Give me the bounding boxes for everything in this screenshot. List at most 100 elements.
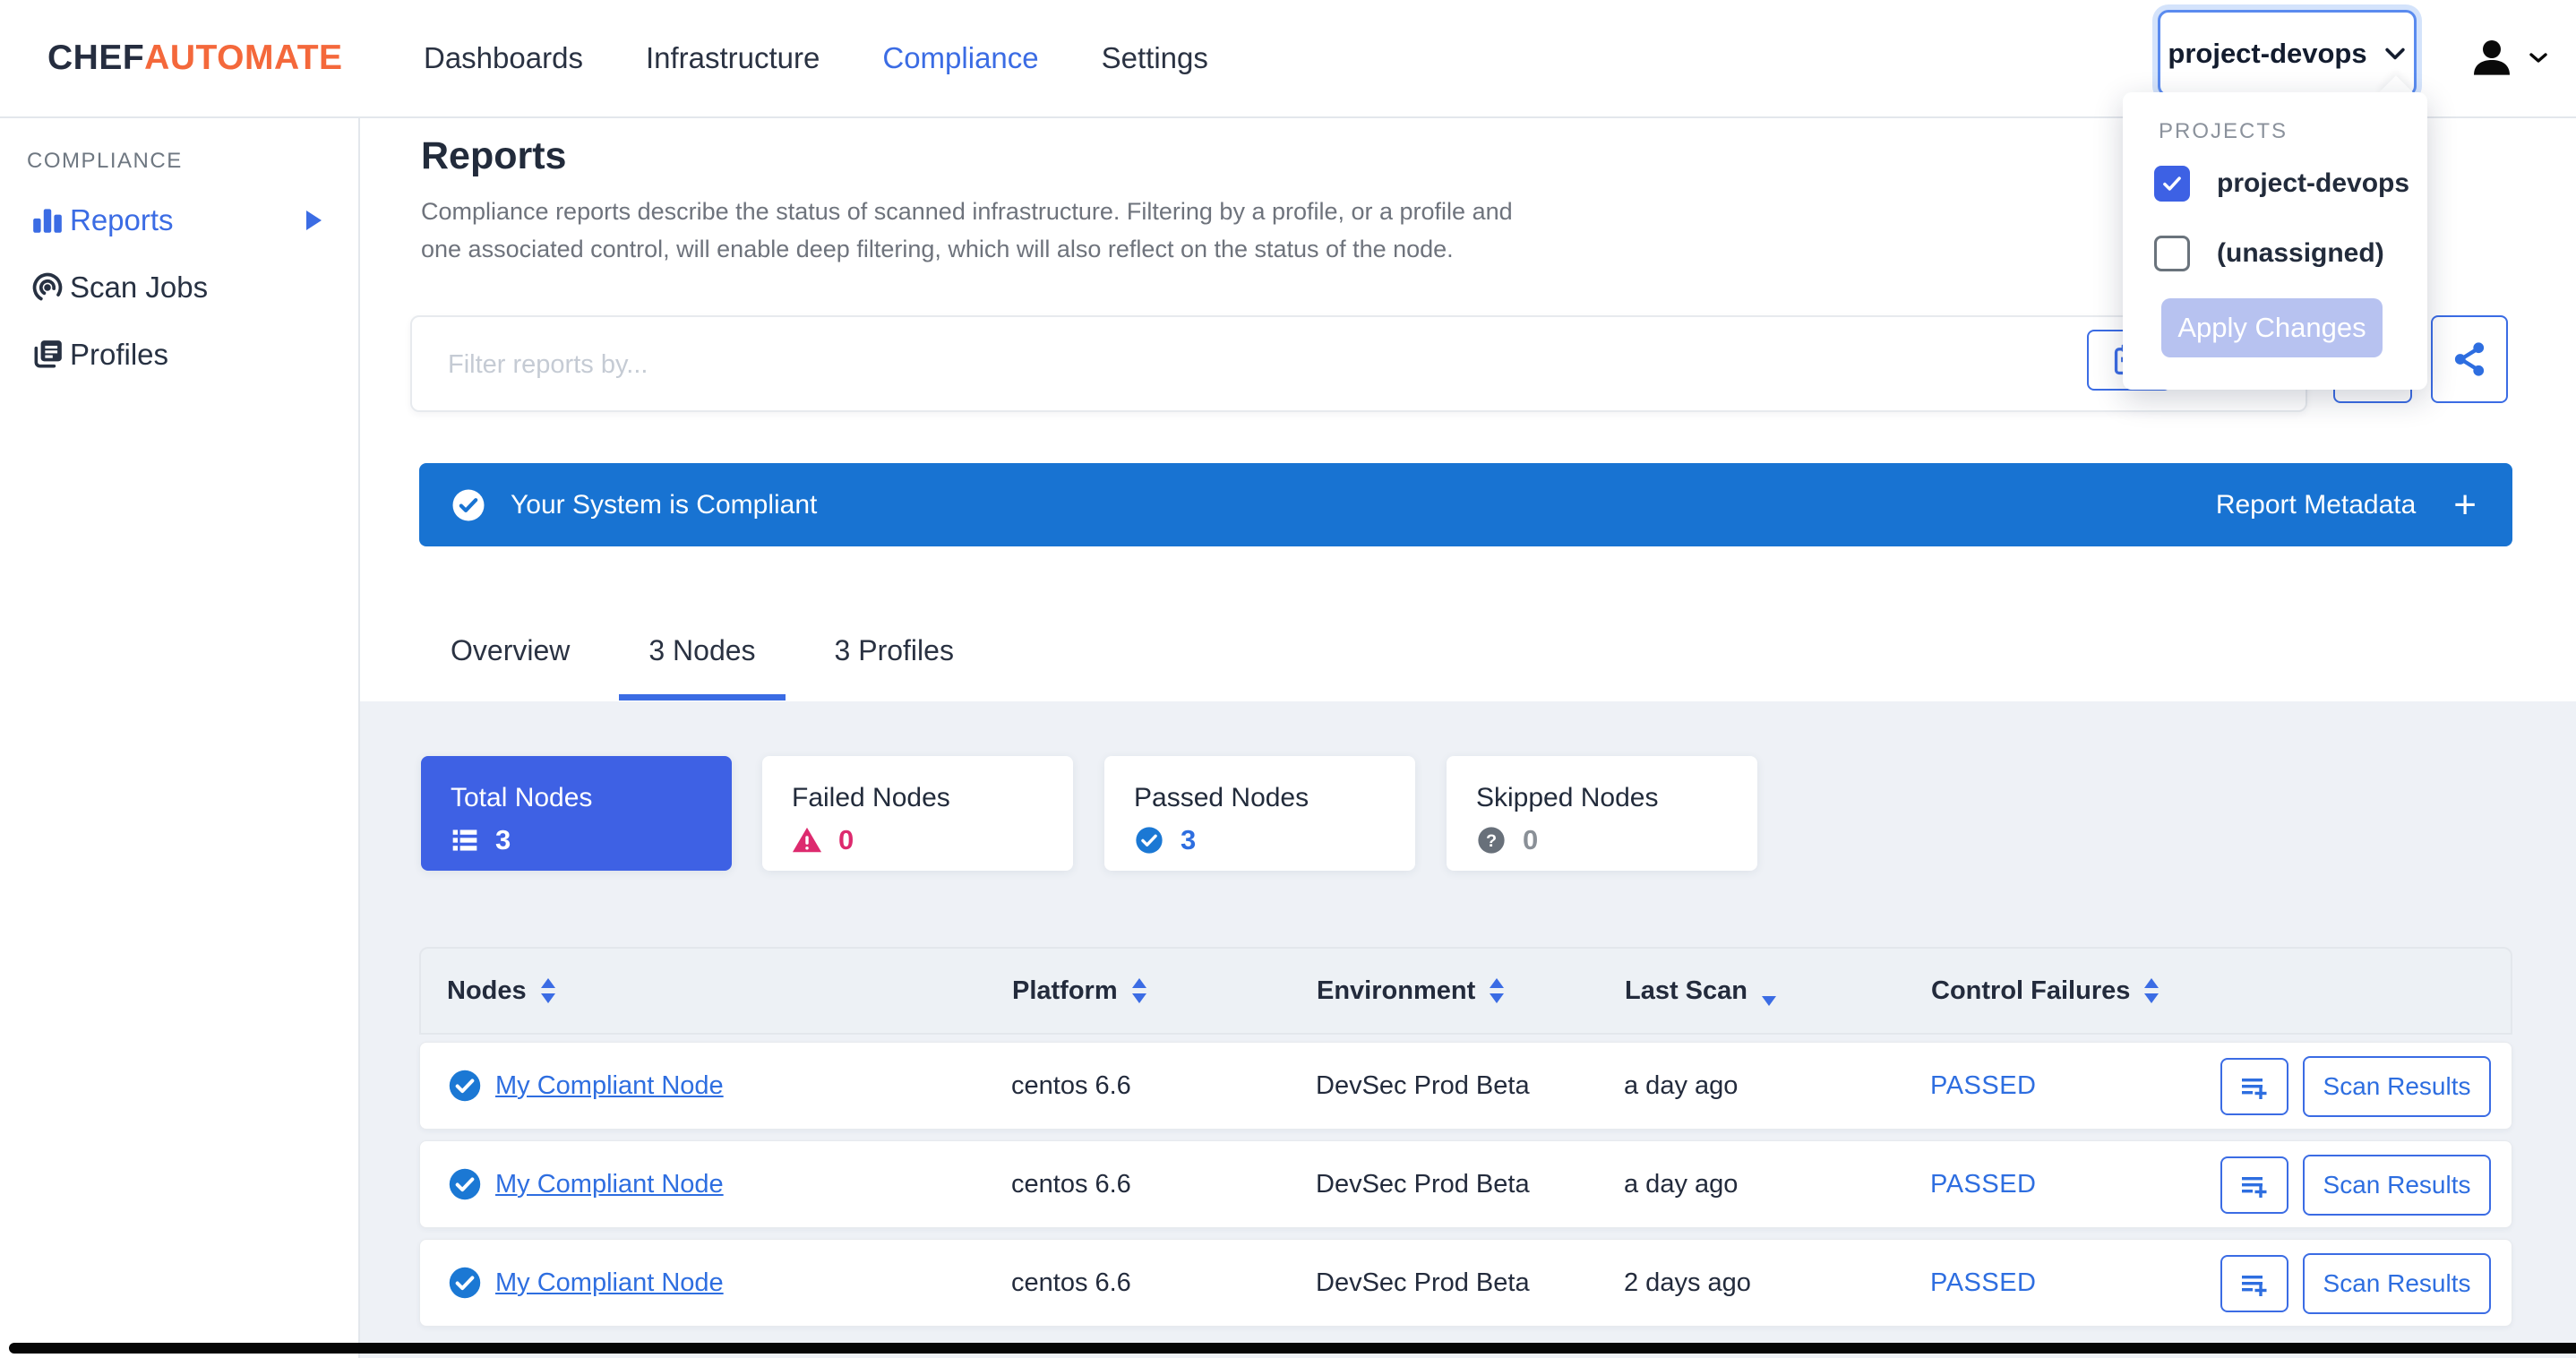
project-option-devops[interactable]: project-devops xyxy=(2154,166,2409,202)
column-header-control-failures[interactable]: Control Failures xyxy=(1931,949,2159,1033)
node-status-check-seal-icon xyxy=(447,1043,483,1129)
environment-cell: DevSec Prod Beta xyxy=(1316,1043,1530,1129)
last-scan-cell: 2 days ago xyxy=(1624,1240,1751,1326)
column-header-platform[interactable]: Platform xyxy=(1012,949,1146,1033)
nav-compliance[interactable]: Compliance xyxy=(882,41,1038,75)
card-value: 3 xyxy=(451,824,511,856)
filter-reports-input[interactable] xyxy=(446,317,2062,412)
passed-nodes-count: 3 xyxy=(1181,824,1196,856)
column-label: Last Scan xyxy=(1625,976,1747,1006)
report-tabs: Overview 3 Nodes 3 Profiles xyxy=(421,627,1003,700)
projects-dropdown-header: PROJECTS xyxy=(2159,119,2288,144)
check-seal-icon xyxy=(1134,825,1164,855)
table-row: My Compliant Node centos 6.6 DevSec Prod… xyxy=(419,1140,2512,1228)
environment-cell: DevSec Prod Beta xyxy=(1316,1240,1530,1326)
last-scan-cell: a day ago xyxy=(1624,1141,1738,1227)
add-to-filter-button[interactable] xyxy=(2220,1156,2288,1214)
card-value: 0 xyxy=(792,824,854,856)
control-failures-status: PASSED xyxy=(1930,1240,2037,1326)
list-icon xyxy=(451,826,479,855)
platform-cell: centos 6.6 xyxy=(1011,1240,1131,1326)
chef-automate-app: CHEFAUTOMATE Dashboards Infrastructure C… xyxy=(0,0,2576,1358)
nav-infrastructure[interactable]: Infrastructure xyxy=(646,41,820,75)
user-menu-button[interactable] xyxy=(2470,0,2549,116)
node-name-link[interactable]: My Compliant Node xyxy=(495,1268,724,1298)
sidebar-section-label: COMPLIANCE xyxy=(27,149,183,174)
checkbox-unchecked-icon[interactable] xyxy=(2154,236,2190,271)
report-metadata-label: Report Metadata xyxy=(2216,490,2416,520)
platform-cell: centos 6.6 xyxy=(1011,1043,1131,1129)
card-title: Failed Nodes xyxy=(792,783,950,813)
tab-profiles[interactable]: 3 Profiles xyxy=(805,627,983,700)
page-title: Reports xyxy=(421,134,566,178)
tab-nodes[interactable]: 3 Nodes xyxy=(619,627,785,700)
page-description-line2: one associated control, will enable deep… xyxy=(421,230,1513,268)
main-nav: Dashboards Infrastructure Compliance Set… xyxy=(424,0,1208,116)
tab-overview[interactable]: Overview xyxy=(421,627,599,700)
card-value: ? 0 xyxy=(1476,824,1538,856)
environment-cell: DevSec Prod Beta xyxy=(1316,1141,1530,1227)
sidebar-item-profiles[interactable]: Profiles xyxy=(0,321,356,389)
node-name-link[interactable]: My Compliant Node xyxy=(495,1170,724,1199)
failed-nodes-card[interactable]: Failed Nodes 0 xyxy=(762,756,1073,871)
scan-results-button[interactable]: Scan Results xyxy=(2303,1155,2491,1216)
project-selector-label: project-devops xyxy=(2168,38,2366,70)
nav-dashboards[interactable]: Dashboards xyxy=(424,41,583,75)
column-label: Environment xyxy=(1317,976,1475,1006)
project-option-unassigned[interactable]: (unassigned) xyxy=(2154,236,2384,271)
window-edge-bar xyxy=(9,1343,2576,1354)
total-nodes-card[interactable]: Total Nodes 3 xyxy=(421,756,732,871)
column-header-last-scan[interactable]: Last Scan xyxy=(1625,949,1776,1033)
chevron-down-icon xyxy=(2528,50,2549,66)
add-to-filter-button[interactable] xyxy=(2220,1058,2288,1115)
share-button[interactable] xyxy=(2431,315,2508,403)
skipped-nodes-card[interactable]: Skipped Nodes ? 0 xyxy=(1447,756,1757,871)
svg-text:?: ? xyxy=(1486,831,1497,851)
column-header-environment[interactable]: Environment xyxy=(1317,949,1504,1033)
chevron-down-icon xyxy=(2383,45,2407,63)
passed-nodes-card[interactable]: Passed Nodes 3 xyxy=(1104,756,1415,871)
project-selector-button[interactable]: project-devops xyxy=(2158,10,2417,97)
scan-results-button[interactable]: Scan Results xyxy=(2303,1056,2491,1117)
skipped-nodes-count: 0 xyxy=(1523,824,1538,856)
column-header-nodes[interactable]: Nodes xyxy=(447,949,555,1033)
sort-icon xyxy=(1132,978,1146,1003)
sidebar-item-reports[interactable]: Reports xyxy=(0,186,356,254)
check-circle-icon xyxy=(450,486,487,524)
nodes-table-header: Nodes Platform Environment Last Scan Con… xyxy=(419,947,2512,1035)
sort-desc-icon xyxy=(1762,996,1776,1006)
sidebar-item-label: Profiles xyxy=(70,338,168,372)
card-title: Total Nodes xyxy=(451,783,592,813)
column-label: Control Failures xyxy=(1931,976,2130,1006)
sidebar-item-label: Reports xyxy=(70,203,174,237)
control-failures-status: PASSED xyxy=(1930,1043,2037,1129)
sort-icon xyxy=(541,978,555,1003)
filter-bar xyxy=(410,315,2307,412)
nav-settings[interactable]: Settings xyxy=(1102,41,1208,75)
arrow-right-icon xyxy=(306,211,322,230)
question-circle-icon: ? xyxy=(1476,825,1507,855)
project-option-label: (unassigned) xyxy=(2217,238,2384,269)
list-plus-icon xyxy=(2238,1070,2271,1103)
sidebar-item-scan-jobs[interactable]: Scan Jobs xyxy=(0,254,356,322)
sidebar-item-label: Scan Jobs xyxy=(70,271,208,305)
last-scan-cell: a day ago xyxy=(1624,1043,1738,1129)
list-plus-icon xyxy=(2238,1169,2271,1201)
scan-results-button[interactable]: Scan Results xyxy=(2303,1253,2491,1314)
sort-icon xyxy=(2144,978,2159,1003)
column-label: Platform xyxy=(1012,976,1118,1006)
card-title: Passed Nodes xyxy=(1134,783,1309,813)
checkbox-checked-icon[interactable] xyxy=(2154,166,2190,202)
add-to-filter-button[interactable] xyxy=(2220,1255,2288,1312)
table-row: My Compliant Node centos 6.6 DevSec Prod… xyxy=(419,1239,2512,1327)
banner-status-text: Your System is Compliant xyxy=(511,490,817,520)
node-status-check-seal-icon xyxy=(447,1240,483,1326)
node-status-check-seal-icon xyxy=(447,1141,483,1227)
scan-icon xyxy=(30,270,65,305)
share-icon xyxy=(2449,339,2490,380)
failed-nodes-count: 0 xyxy=(838,824,854,856)
report-metadata-toggle[interactable]: Report Metadata + xyxy=(2216,490,2477,520)
card-value: 3 xyxy=(1134,824,1196,856)
node-name-link[interactable]: My Compliant Node xyxy=(495,1071,724,1101)
apply-changes-button[interactable]: Apply Changes xyxy=(2161,298,2383,357)
